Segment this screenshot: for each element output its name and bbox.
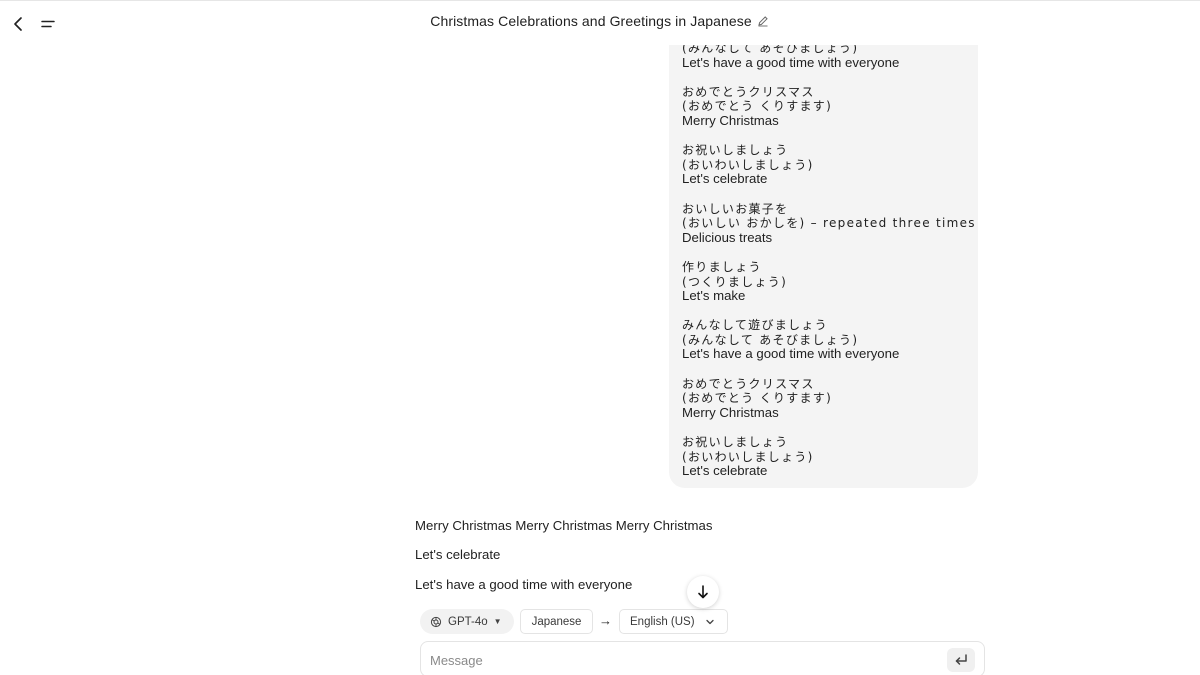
model-selector[interactable]: GPT-4o ▼ [420,609,514,634]
japanese-line: みんなして遊びましょう [682,318,828,333]
assistant-line: Merry Christmas Merry Christmas Merry Ch… [415,518,713,533]
message-input[interactable] [430,650,930,670]
japanese-line: おめでとうクリスマス [682,376,815,391]
source-language-selector[interactable]: Japanese [520,609,593,634]
japanese-line: おいしいお菓子を [682,201,789,216]
caret-down-icon: ▼ [493,617,502,626]
target-language-selector[interactable]: English (US) [619,609,728,634]
english-line: Merry Christmas [682,112,779,128]
message-verse: おいしいお菓子を (おいしい おかしを) – repeated three tim… [682,201,976,246]
message-verse: おめでとうクリスマス (おめでとう くりすます) Merry Christmas [682,377,970,421]
assistant-line: Let's celebrate [415,547,501,563]
send-button[interactable] [947,648,975,672]
enter-icon [955,654,967,665]
conversation-title-area: Christmas Celebrations and Greetings in … [0,13,1200,29]
japanese-line: お祝いしましょう [682,435,789,450]
japanese-line: (つくりましょう) [682,274,788,289]
user-message-bubble: (みんなして あそびましょう) Let's have a good time wi… [669,28,978,488]
target-language-label: English (US) [630,615,695,628]
message-verse: お祝いしましょう (おいわいしましょう) Let's celebrate [682,435,970,479]
english-line: Delicious treats [682,229,773,245]
scroll-to-bottom-button[interactable] [687,576,719,608]
japanese-line: (おいわいしましょう) [682,157,814,172]
japanese-line: おめでとうクリスマス [682,84,815,99]
english-line: Let's celebrate [682,171,768,187]
openai-logo-icon [430,616,442,627]
english-line: Let's have a good time with everyone [682,54,900,70]
user-message-text: (みんなして あそびましょう) Let's have a good time wi… [682,41,976,488]
top-bar: Christmas Celebrations and Greetings in … [0,0,1200,45]
message-verse: 作りましょう (つくりましょう) Let's make [682,260,970,304]
japanese-line: (おめでとう くりすます) [682,391,833,406]
english-line: Let's celebrate [682,463,768,479]
message-verse: (みんなして あそびましょう) Let's have a good time wi… [682,41,970,70]
message-composer [420,641,985,675]
message-verse: おめでとうクリスマス (おめでとう くりすます) Merry Christmas [682,85,970,129]
conversation-title: Christmas Celebrations and Greetings in … [430,13,752,29]
source-language-label: Japanese [531,615,582,628]
japanese-line: (みんなして あそびましょう) [682,332,859,347]
japanese-line: (おめでとう くりすます) [682,99,833,114]
english-line: Let's make [682,288,746,304]
message-verse: みんなして遊びましょう (みんなして あそびましょう) Let's have a g… [682,318,970,362]
english-line: Let's have a good time with everyone [682,346,900,362]
japanese-line: (おいしい おかしを) – repeated three times [682,216,976,231]
english-line: Merry Christmas [682,404,779,420]
arrow-down-icon [698,585,708,599]
model-label: GPT-4o [448,615,488,628]
japanese-line: 作りましょう [682,259,762,274]
chevron-down-icon [705,619,714,624]
message-verse: お祝いしましょう (おいわいしましょう) Let's celebrate [682,143,970,187]
japanese-line: お祝いしましょう [682,143,789,158]
japanese-line: (おいわいしましょう) [682,449,814,464]
arrow-right-icon: → [599,613,612,628]
pencil-icon[interactable] [756,14,770,28]
